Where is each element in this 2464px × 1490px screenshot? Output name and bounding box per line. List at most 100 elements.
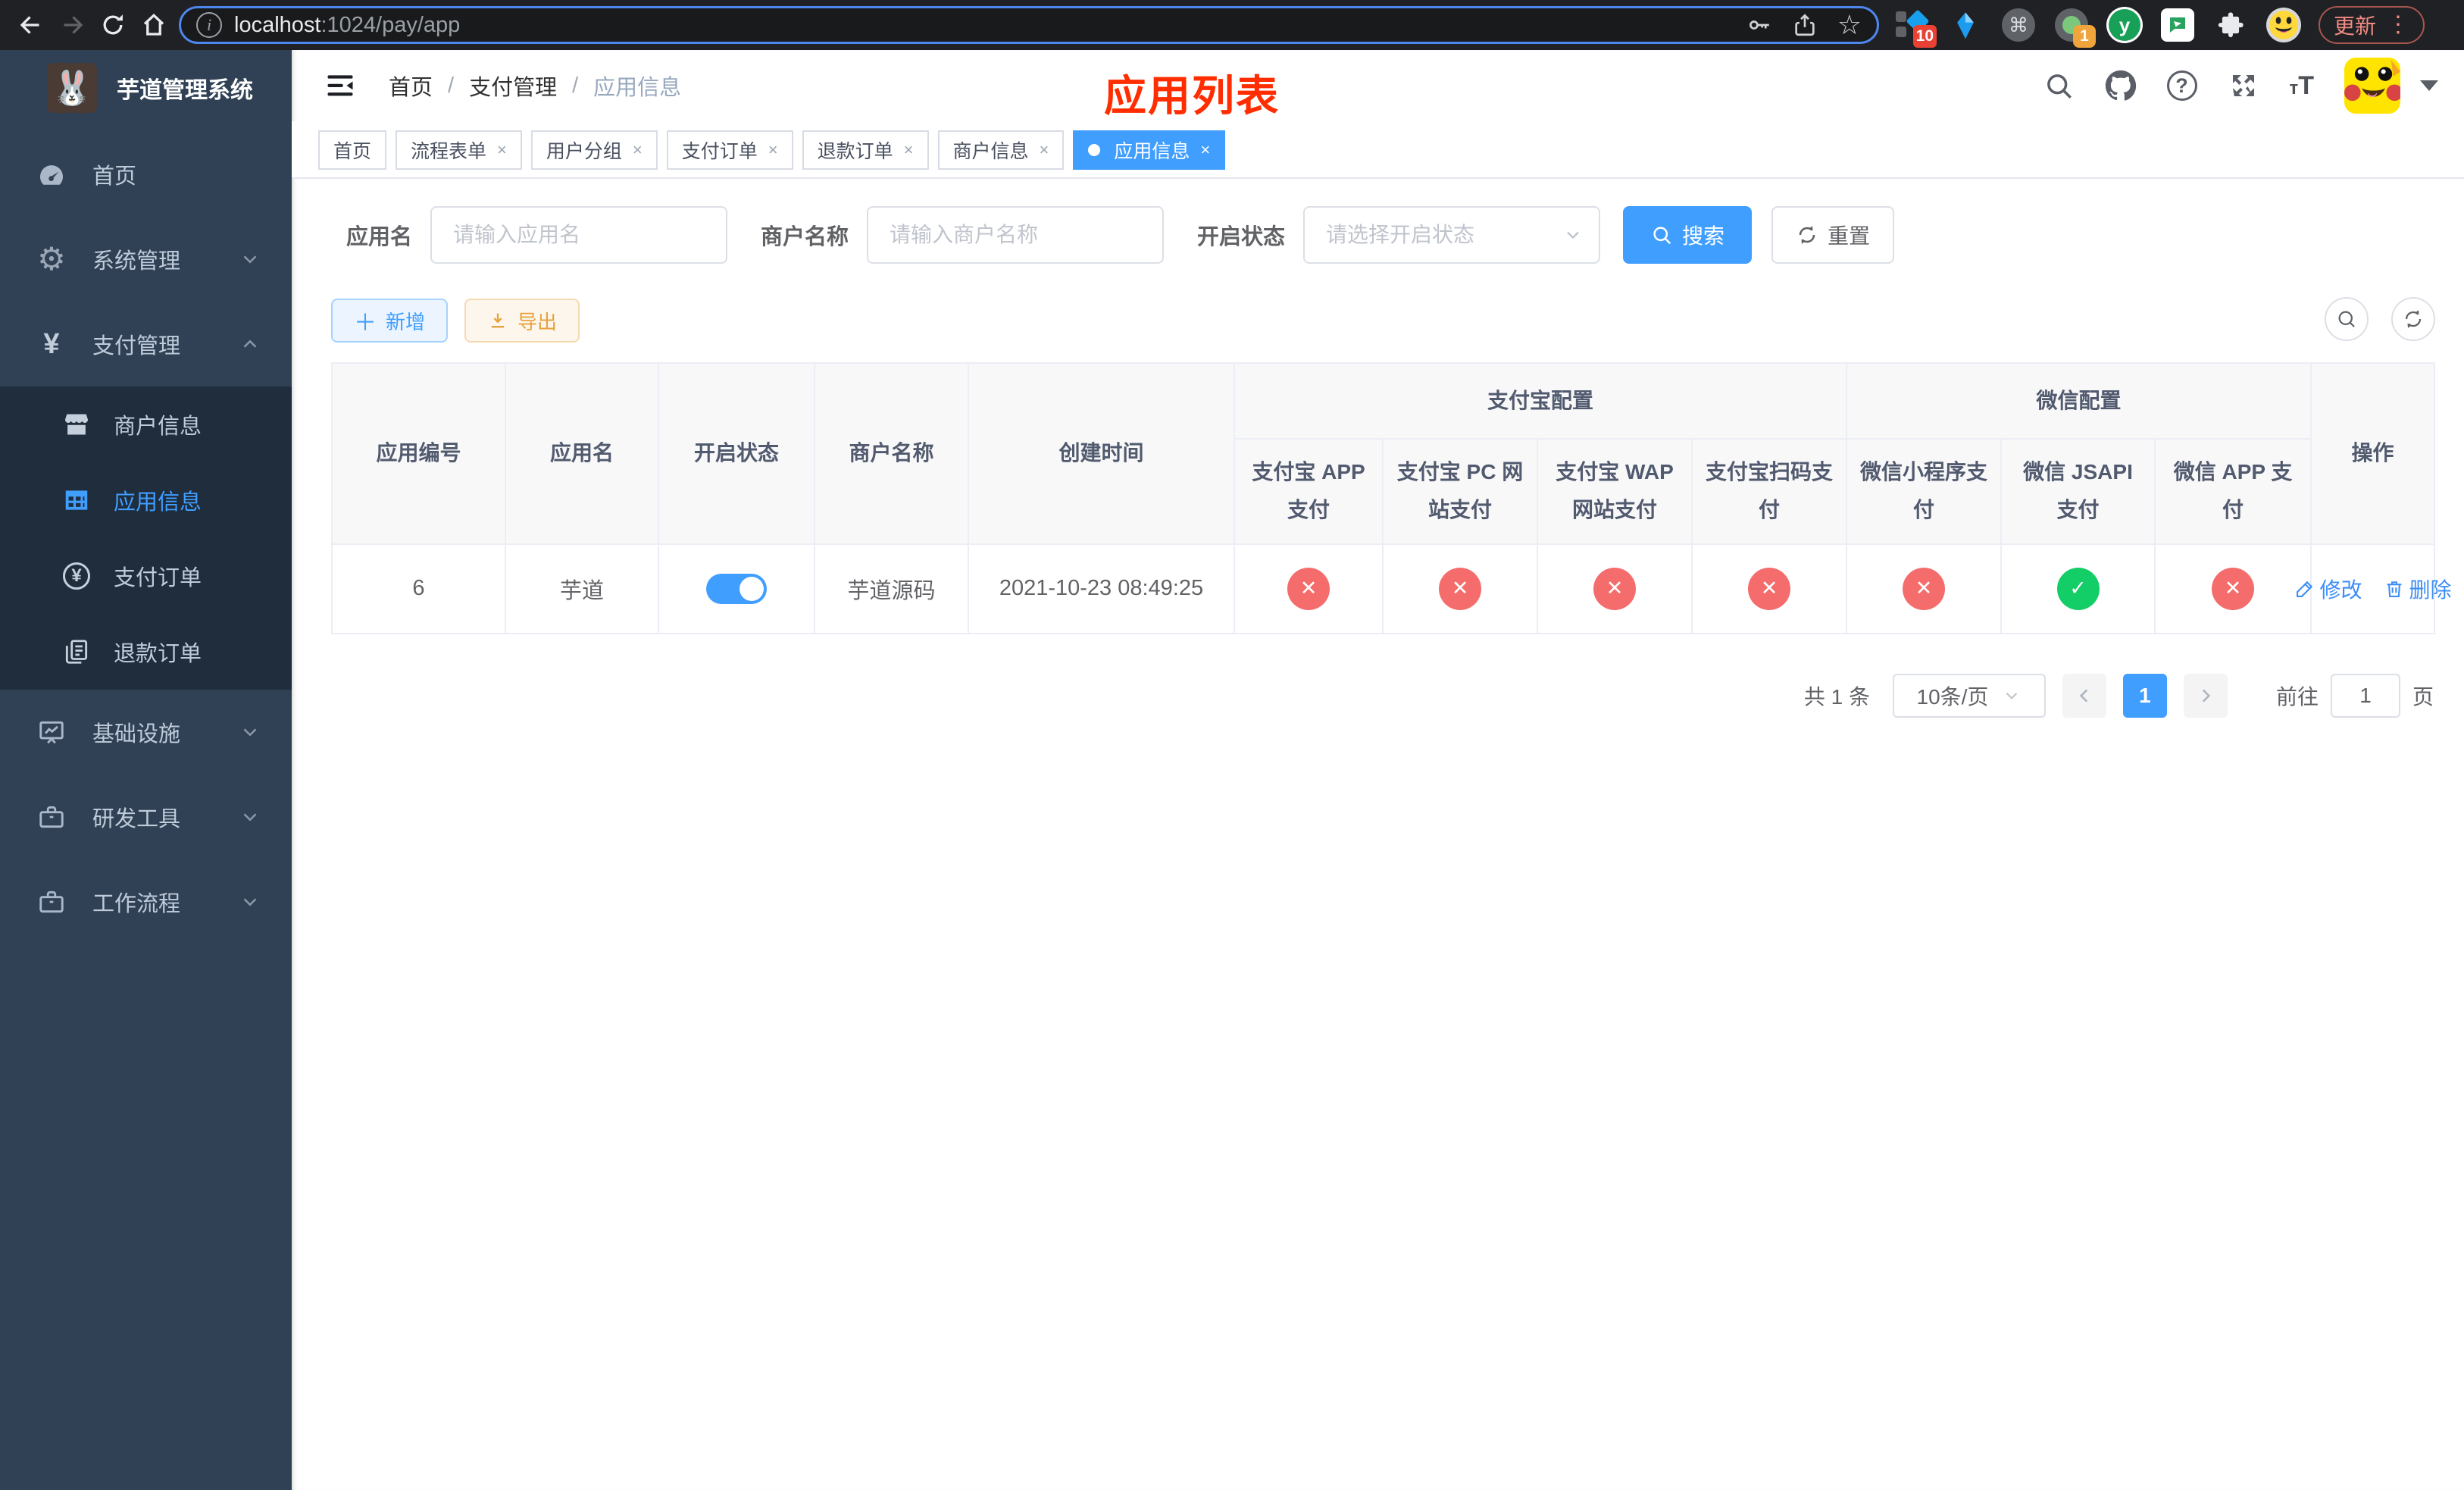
cell-status <box>658 543 815 634</box>
tab-merchant-info[interactable]: 商户信息 × <box>937 130 1065 170</box>
extension-kite-icon[interactable] <box>1947 7 1984 43</box>
extension-recorder-icon[interactable]: 1 <box>2053 7 2096 48</box>
toggle-search-button[interactable] <box>2325 297 2369 341</box>
extension-y-icon[interactable]: y <box>2106 7 2143 43</box>
alipay-app-status-icon: ✕ <box>1287 567 1330 610</box>
sidebar-item-refund-orders[interactable]: 退款订单 <box>0 614 292 690</box>
sidebar-item-merchant-info[interactable]: 商户信息 <box>0 387 292 462</box>
sidebar-item-home[interactable]: 首页 <box>0 132 292 217</box>
add-button[interactable]: ＋ 新增 <box>331 299 449 343</box>
back-icon[interactable] <box>11 5 52 45</box>
tab-process-form[interactable]: 流程表单 × <box>396 130 522 170</box>
col-header-merchant: 商户名称 <box>814 362 969 545</box>
home-icon[interactable] <box>133 5 174 45</box>
extension-notes-icon[interactable] <box>2159 7 2196 43</box>
app-title: 芋道管理系统 <box>117 78 253 103</box>
bookmark-star-icon[interactable]: ☆ <box>1837 11 1862 39</box>
url-text: localhost:1024/pay/app <box>234 12 461 37</box>
reset-button[interactable]: 重置 <box>1771 206 1895 264</box>
col-header-wechat-app: 微信 APP 支付 <box>2154 438 2312 545</box>
col-header-wechat-jsapi: 微信 JSAPI 支付 <box>2000 438 2156 545</box>
reload-icon[interactable] <box>92 5 133 45</box>
col-group-wechat: 微信配置 <box>1846 362 2312 440</box>
prev-page-button[interactable] <box>2062 673 2106 718</box>
col-header-alipay-app: 支付宝 APP 支付 <box>1234 438 1384 545</box>
tab-refund-orders[interactable]: 退款订单 × <box>802 130 929 170</box>
sidebar-item-system[interactable]: ⚙ 系统管理 <box>0 217 292 302</box>
pagination: 共 1 条 10条/页 1 前往 页 <box>331 673 2434 718</box>
search-icon[interactable] <box>2043 70 2075 102</box>
toolbox-icon <box>35 803 68 831</box>
page-number-button[interactable]: 1 <box>2122 673 2167 718</box>
col-header-created: 创建时间 <box>968 362 1235 545</box>
extensions-puzzle-icon[interactable] <box>2212 7 2249 43</box>
help-icon[interactable]: ? <box>2166 70 2197 101</box>
wechat-app-status-icon: ✕ <box>2212 567 2255 610</box>
password-key-icon[interactable] <box>1746 12 1772 38</box>
browser-menu-icon[interactable]: ⋮ <box>2387 14 2409 36</box>
tab-user-group[interactable]: 用户分组 × <box>530 130 658 170</box>
close-icon[interactable]: × <box>497 140 507 160</box>
status-select[interactable] <box>1303 206 1601 264</box>
goto-label: 前往 <box>2275 684 2319 709</box>
refresh-button[interactable] <box>2391 297 2436 341</box>
extension-command-icon[interactable]: ⌘ <box>2000 7 2037 43</box>
chevron-down-icon <box>239 891 261 913</box>
cell-app-id: 6 <box>331 543 506 634</box>
close-icon[interactable]: × <box>1040 140 1049 160</box>
collapse-sidebar-icon[interactable] <box>324 69 357 102</box>
cell-app-name: 芋道 <box>505 543 659 634</box>
merchant-name-input[interactable] <box>867 206 1165 264</box>
sidebar-item-payment[interactable]: ¥ 支付管理 <box>0 302 292 387</box>
user-avatar[interactable] <box>2344 58 2401 114</box>
fullscreen-icon[interactable] <box>2228 70 2259 102</box>
breadcrumb-current: 应用信息 <box>593 76 682 100</box>
sidebar-item-workflow[interactable]: 工作流程 <box>0 859 292 944</box>
site-info-icon[interactable]: i <box>196 12 222 38</box>
page-unit-label: 页 <box>2412 684 2434 709</box>
goto-page-input[interactable] <box>2330 673 2400 718</box>
chevron-down-icon <box>239 721 261 743</box>
export-button[interactable]: 导出 <box>464 299 580 343</box>
search-button[interactable]: 搜索 <box>1623 206 1753 264</box>
app-name-input[interactable] <box>430 206 728 264</box>
close-icon[interactable]: × <box>633 140 643 160</box>
merchant-name-label: 商户名称 <box>761 225 849 249</box>
chevron-down-icon <box>2006 692 2018 700</box>
app-logo-row[interactable]: 🐰 芋道管理系统 <box>0 50 292 126</box>
sidebar-item-dev-tools[interactable]: 研发工具 <box>0 775 292 859</box>
browser-toolbar: i localhost:1024/pay/app ☆ 10 ⌘ 1 y 更新 ⋮ <box>0 0 2464 50</box>
profile-emoji-icon[interactable] <box>2265 7 2302 43</box>
browser-update-button[interactable]: 更新 ⋮ <box>2319 6 2425 44</box>
sidebar-item-app-info[interactable]: 应用信息 <box>0 462 292 538</box>
extension-grid-icon[interactable]: 10 <box>1894 7 1937 48</box>
tab-app-info[interactable]: 应用信息 × <box>1073 130 1226 170</box>
table-grid-icon <box>59 486 94 515</box>
next-page-button[interactable] <box>2183 673 2228 718</box>
shop-icon <box>59 410 94 439</box>
tab-home[interactable]: 首页 <box>318 130 387 170</box>
close-icon[interactable]: × <box>768 140 778 160</box>
edit-link[interactable]: 修改 <box>2294 574 2362 604</box>
close-icon[interactable]: × <box>904 140 914 160</box>
breadcrumb-home[interactable]: 首页 <box>389 70 433 102</box>
sidebar-item-infrastructure[interactable]: 基础设施 <box>0 690 292 775</box>
chevron-down-icon[interactable] <box>2420 80 2439 91</box>
col-header-app-name: 应用名 <box>505 362 659 545</box>
github-icon[interactable] <box>2105 70 2137 102</box>
breadcrumb-payment[interactable]: 支付管理 <box>469 70 557 102</box>
close-icon[interactable]: × <box>1200 140 1210 160</box>
font-size-icon[interactable]: тT <box>2290 71 2315 101</box>
address-bar[interactable]: i localhost:1024/pay/app ☆ <box>179 6 1879 44</box>
extension-badge: 1 <box>2073 25 2096 48</box>
status-label: 开启状态 <box>1197 225 1286 249</box>
status-toggle[interactable] <box>706 573 767 604</box>
app-table: 应用编号 应用名 开启状态 商户名称 创建时间 支付宝配置 微信配置 操作 支付… <box>331 362 2452 634</box>
tab-pay-orders[interactable]: 支付订单 × <box>666 130 793 170</box>
sidebar-item-pay-orders[interactable]: ¥ 支付订单 <box>0 538 292 614</box>
sidebar: 🐰 芋道管理系统 首页 ⚙ 系统管理 ¥ 支付管理 商户信息 应用信息 ¥ 支付… <box>0 50 292 1490</box>
forward-icon[interactable] <box>52 5 92 45</box>
share-icon[interactable] <box>1792 12 1818 38</box>
page-size-select[interactable]: 10条/页 <box>1892 673 2046 718</box>
delete-link[interactable]: 删除 <box>2384 574 2452 604</box>
